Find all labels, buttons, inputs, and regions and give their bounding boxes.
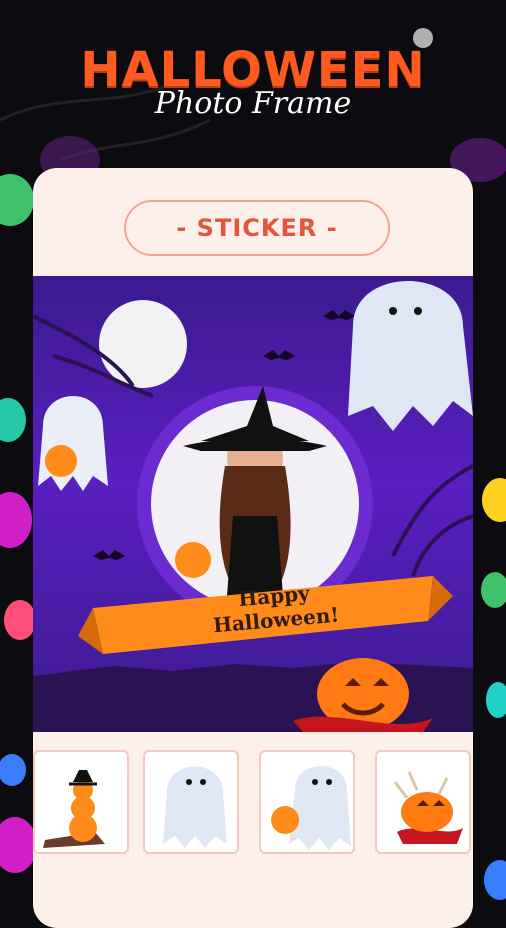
app-subtitle: Photo Frame — [154, 86, 352, 121]
sticker-thumb[interactable] — [33, 750, 129, 854]
sticker-list — [33, 750, 473, 860]
photo-frame-preview[interactable]: Happy Halloween! — [33, 276, 473, 732]
sticker-thumb[interactable] — [375, 750, 471, 854]
sticker-thumb[interactable] — [259, 750, 355, 854]
stacked-pumpkins-icon — [43, 770, 105, 848]
app-header: HALLOWEEN Photo Frame — [0, 40, 506, 121]
skeleton-pumpkin-icon — [393, 771, 463, 844]
editor-card: - STICKER - Happy Halloween! — [33, 168, 473, 928]
sticker-thumb[interactable] — [143, 750, 239, 854]
ghost-with-pumpkin-icon — [271, 766, 351, 850]
preview-artwork — [33, 281, 473, 732]
ghost-icon — [163, 766, 227, 848]
sticker-section-button[interactable]: - STICKER - — [124, 200, 390, 256]
